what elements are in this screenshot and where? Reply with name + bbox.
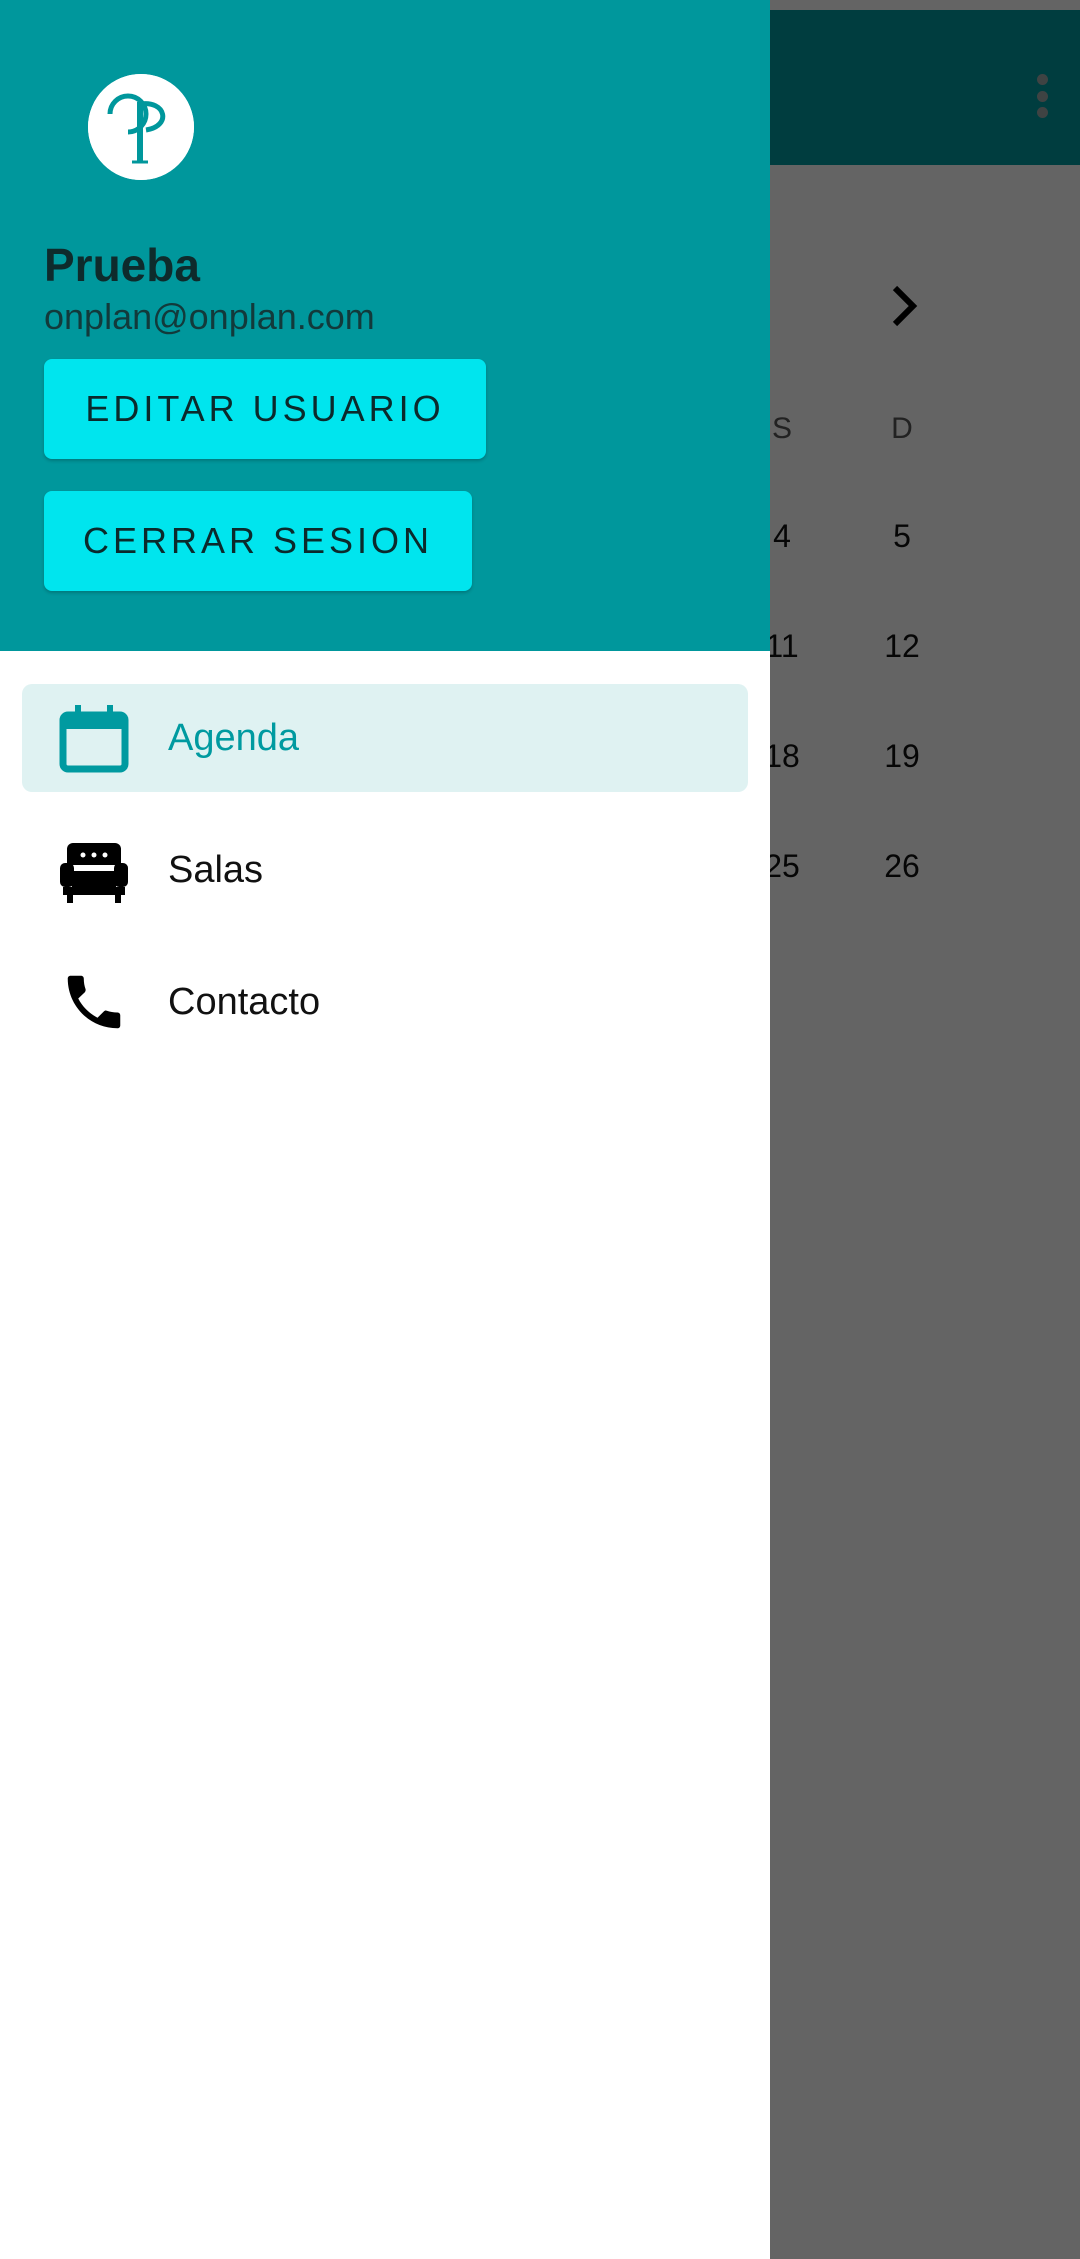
logout-button[interactable]: CERRAR SESION: [44, 491, 472, 591]
nav-item-agenda[interactable]: Agenda: [22, 684, 748, 792]
nav-item-label: Contacto: [168, 980, 321, 1023]
nav-item-label: Agenda: [168, 716, 300, 759]
nav-item-label: Salas: [168, 848, 264, 891]
user-email: onplan@onplan.com: [44, 296, 375, 337]
calendar-icon: [58, 702, 130, 774]
navigation-drawer: Prueba onplan@onplan.com EDITAR USUARIO …: [0, 0, 770, 2259]
drawer-header: Prueba onplan@onplan.com EDITAR USUARIO …: [0, 0, 770, 651]
onplan-logo: [88, 74, 194, 180]
user-name: Prueba: [44, 239, 200, 291]
nav-item-salas[interactable]: Salas: [22, 816, 748, 924]
edit-user-button[interactable]: EDITAR USUARIO: [44, 359, 486, 459]
nav-item-contacto[interactable]: Contacto: [22, 948, 748, 1056]
armchair-icon: [58, 834, 130, 906]
phone-icon: [58, 966, 130, 1038]
